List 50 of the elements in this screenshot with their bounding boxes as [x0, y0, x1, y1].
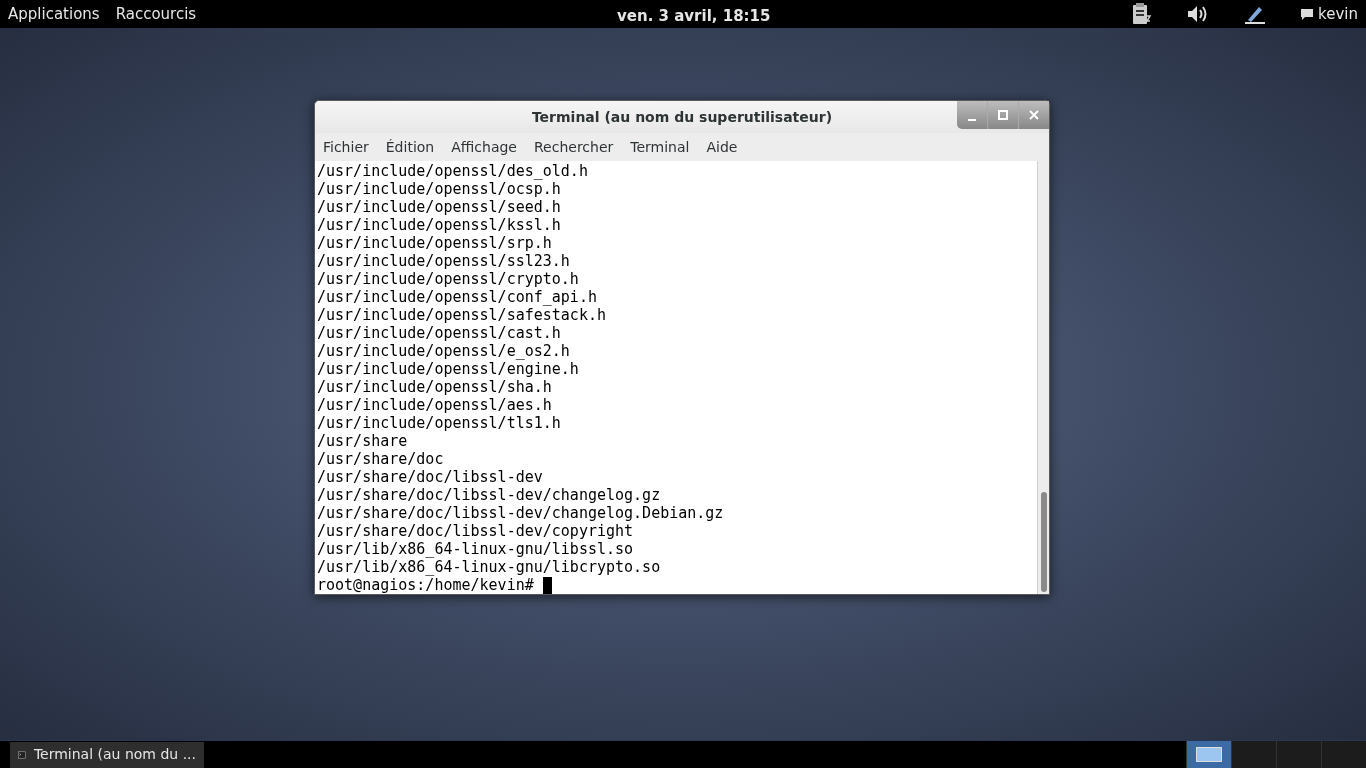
menu-item[interactable]: Aide — [706, 136, 738, 158]
output-line: /usr/include/openssl/cast.h — [317, 324, 561, 342]
output-line: /usr/include/openssl/srp.h — [317, 234, 552, 252]
text-cursor — [542, 576, 552, 594]
user-name[interactable]: kevin — [1318, 2, 1358, 26]
window-title: Terminal (au nom du superutilisateur) — [531, 107, 833, 127]
menu-item[interactable]: Rechercher — [534, 136, 614, 158]
close-button[interactable] — [1019, 101, 1049, 129]
output-line: /usr/include/openssl/sha.h — [317, 378, 552, 396]
output-line: /usr/share/doc/libssl-dev/copyright — [317, 522, 634, 540]
menu-item[interactable]: Fichier — [323, 136, 369, 158]
output-line: /usr/include/openssl/engine.h — [317, 360, 579, 378]
output-line: /usr/include/openssl/kssl.h — [317, 216, 561, 234]
output-line: /usr/lib/x86_64-linux-gnu/libssl.so — [317, 540, 634, 558]
workspace-switcher[interactable] — [1276, 741, 1321, 768]
output-line: /usr/share/doc/libssl-dev/changelog.gz — [317, 486, 661, 504]
maximize-button[interactable] — [988, 101, 1019, 129]
menu-item[interactable]: Terminal — [630, 136, 690, 158]
minimize-icon — [968, 119, 976, 121]
minimize-button[interactable] — [957, 101, 988, 129]
output-line: /usr/share/doc/libssl-dev/changelog.Debian.gz — [317, 504, 724, 522]
output-line: /usr/include/openssl/safestack.h — [317, 306, 606, 324]
output-line: /usr/share/doc/libssl-dev — [317, 468, 543, 486]
workspace-switcher[interactable] — [1186, 741, 1231, 768]
output-line: /usr/share — [317, 432, 408, 450]
maximize-icon — [998, 110, 1008, 120]
taskbar-window-button[interactable]: Terminal (au nom du ... — [10, 741, 204, 768]
output-line: /usr/include/openssl/crypto.h — [317, 270, 579, 288]
output-line: /usr/lib/x86_64-linux-gnu/libcrypto.so — [317, 558, 661, 576]
output-line: /usr/include/openssl/seed.h — [317, 198, 561, 216]
clipboard-icon[interactable] — [1130, 2, 1153, 26]
scrollbar[interactable] — [1037, 161, 1049, 594]
workspace-switcher[interactable] — [1231, 741, 1276, 768]
workspace-switcher[interactable] — [1321, 741, 1366, 768]
clock[interactable]: ven. 3 avril, 18:15 — [617, 5, 771, 28]
output-line: /usr/include/openssl/des_old.h — [317, 162, 588, 180]
output-line: /usr/include/openssl/conf_api.h — [317, 288, 597, 306]
output-line: /usr/include/openssl/ocsp.h — [317, 180, 561, 198]
top-bar-menu[interactable]: Applications — [8, 2, 100, 26]
output-line: /usr/include/openssl/ssl23.h — [317, 252, 570, 270]
output-line: /usr/include/openssl/e_os2.h — [317, 342, 570, 360]
menu-item[interactable]: Affichage — [451, 136, 517, 158]
output-line: /usr/share/doc — [317, 450, 444, 468]
chat-bubble-icon[interactable] — [1300, 7, 1315, 21]
output-line: /usr/include/openssl/aes.h — [317, 396, 552, 414]
close-icon — [1029, 110, 1039, 120]
menu-item[interactable]: Édition — [385, 136, 435, 158]
shell-prompt: root@nagios:/home/kevin# — [317, 576, 535, 594]
top-bar-menu[interactable]: Raccourcis — [115, 2, 197, 26]
output-line: /usr/include/openssl/tls1.h — [317, 414, 561, 432]
